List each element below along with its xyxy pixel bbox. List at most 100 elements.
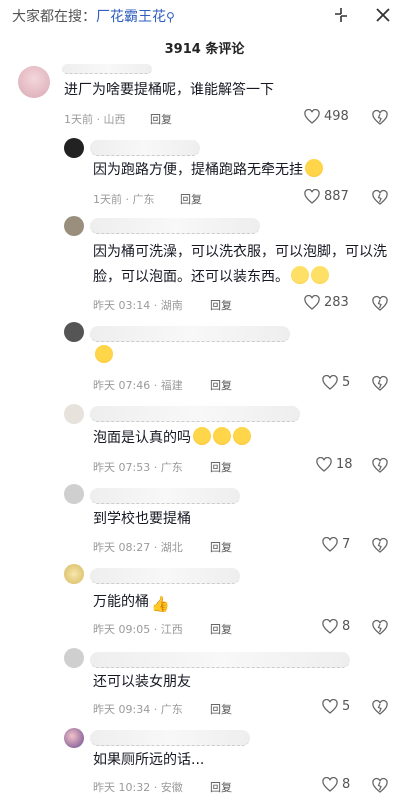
comment-meta: 昨天 07:46 · 福建 [93,379,183,392]
dislike-icon[interactable] [372,537,388,553]
grinning-emoji-icon [291,266,309,284]
like-button[interactable]: 8 [322,619,350,634]
comment-text: 进厂为啥要提桶呢，谁能解答一下 [64,82,274,98]
comment-meta: 昨天 07:53 · 广东 [93,461,183,474]
avatar[interactable] [64,484,84,504]
reply-button[interactable]: 回复 [180,191,202,207]
laughing-crying-emoji-icon [95,345,113,363]
thumbs-up-emoji-icon: 👍 [151,595,170,613]
avatar[interactable] [64,322,84,342]
avatar[interactable] [64,564,84,584]
reply-item: 还可以装女朋友 昨天 09:34 · 广东 回复 5 [0,648,409,718]
comment-meta: 1天前 · 广东 [93,193,155,206]
comment-text: 万能的桶 👍 [93,590,170,617]
dislike-icon[interactable] [372,109,388,125]
comment-meta: 1天前 · 山西 [64,113,126,126]
like-count: 18 [336,457,353,472]
dislike-icon[interactable] [372,295,388,311]
reply-button[interactable]: 回复 [210,779,232,795]
like-button[interactable]: 7 [322,537,350,552]
like-button[interactable]: 5 [322,699,350,714]
username[interactable] [90,730,250,746]
dislike-icon[interactable] [372,189,388,205]
comment-text: 泡面是认真的吗 [93,426,251,451]
reply-button[interactable]: 回复 [150,111,172,127]
heart-icon [322,375,338,390]
reply-button[interactable]: 回复 [210,459,232,475]
username[interactable] [90,326,290,342]
avatar[interactable] [64,404,84,424]
laughing-crying-emoji-icon [213,427,231,445]
comment-text [93,344,113,369]
heart-icon [322,537,338,552]
dislike-icon[interactable] [372,699,388,715]
avatar[interactable] [64,648,84,668]
avatar[interactable] [64,728,84,748]
like-count: 887 [324,189,349,204]
reply-button[interactable]: 回复 [210,377,232,393]
comment-text: 如果厕所远的话... [93,752,205,768]
like-count: 5 [342,699,351,714]
dislike-icon[interactable] [372,619,388,635]
trending-search-term[interactable]: 厂花霸王花 [96,9,166,25]
laughing-crying-emoji-icon [193,427,211,445]
username[interactable] [90,488,240,504]
trending-search[interactable]: 大家都在搜：厂花霸王花⚲ [12,6,175,26]
grinning-emoji-icon [311,266,329,284]
avatar[interactable] [64,138,84,158]
laughing-crying-emoji-icon [233,427,251,445]
avatar[interactable] [64,216,84,236]
reply-button[interactable]: 回复 [210,297,232,313]
reply-button[interactable]: 回复 [210,621,232,637]
username[interactable] [90,406,300,422]
username[interactable] [90,652,350,668]
reply-item: 如果厕所远的话... 昨天 10:32 · 安徽 回复 8 [0,728,409,798]
comment-text: 因为桶可洗澡，可以洗衣服，可以泡脚，可以洗脸，可以泡面。还可以装东西。 [93,244,387,285]
like-button[interactable]: 887 [304,189,349,204]
username[interactable] [90,568,240,584]
comment-text: 因为跑路方便，提桶跑路无牵无挂 [93,158,323,183]
expand-icon[interactable] [330,4,352,26]
like-count: 8 [342,777,351,792]
like-button[interactable]: 5 [322,375,350,390]
heart-icon [322,777,338,792]
dislike-icon[interactable] [372,375,388,391]
heart-icon [304,189,320,204]
reply-item: 因为跑路方便，提桶跑路无牵无挂 1天前 · 广东 回复 887 [0,138,409,208]
like-count: 7 [342,537,351,552]
comment-meta: 昨天 09:05 · 江西 [93,623,183,636]
reply-item: 泡面是认真的吗 昨天 07:53 · 广东 回复 18 [0,404,409,474]
top-bar: 大家都在搜：厂花霸王花⚲ [0,0,409,32]
heart-icon [322,619,338,634]
like-button[interactable]: 283 [304,295,349,310]
comment-item: 进厂为啥要提桶呢，谁能解答一下 1天前 · 山西 回复 498 [0,64,409,130]
like-button[interactable]: 498 [304,109,349,124]
reply-button[interactable]: 回复 [210,539,232,555]
dislike-icon[interactable] [372,777,388,793]
comment-count: 3914 条评论 [164,42,245,57]
reply-item: 昨天 07:46 · 福建 回复 5 [0,322,409,392]
like-button[interactable]: 8 [322,777,350,792]
like-count: 498 [324,109,349,124]
heart-icon [304,295,320,310]
reply-item: 因为桶可洗澡，可以洗衣服，可以泡脚，可以洗脸，可以泡面。还可以装东西。 昨天 0… [0,216,409,312]
close-icon[interactable] [372,4,394,26]
search-icon[interactable]: ⚲ [166,10,175,24]
comment-text: 到学校也要提桶 [93,511,191,527]
trending-search-prefix: 大家都在搜： [12,9,96,25]
heart-icon [316,457,332,472]
like-button[interactable]: 18 [316,457,353,472]
comment-meta: 昨天 10:32 · 安徽 [93,781,183,794]
dislike-icon[interactable] [372,457,388,473]
reply-item: 到学校也要提桶 昨天 08:27 · 湖北 回复 7 [0,484,409,554]
comment-meta: 昨天 08:27 · 湖北 [93,541,183,554]
comment-text: 还可以装女朋友 [93,674,191,690]
username[interactable] [90,218,260,234]
avatar[interactable] [18,66,50,98]
username[interactable] [90,140,200,156]
comment-meta: 昨天 03:14 · 湖南 [93,299,183,312]
comment-meta: 昨天 09:34 · 广东 [93,703,183,716]
reply-button[interactable]: 回复 [210,701,232,717]
laughing-crying-emoji-icon [305,159,323,177]
username[interactable] [62,64,152,74]
